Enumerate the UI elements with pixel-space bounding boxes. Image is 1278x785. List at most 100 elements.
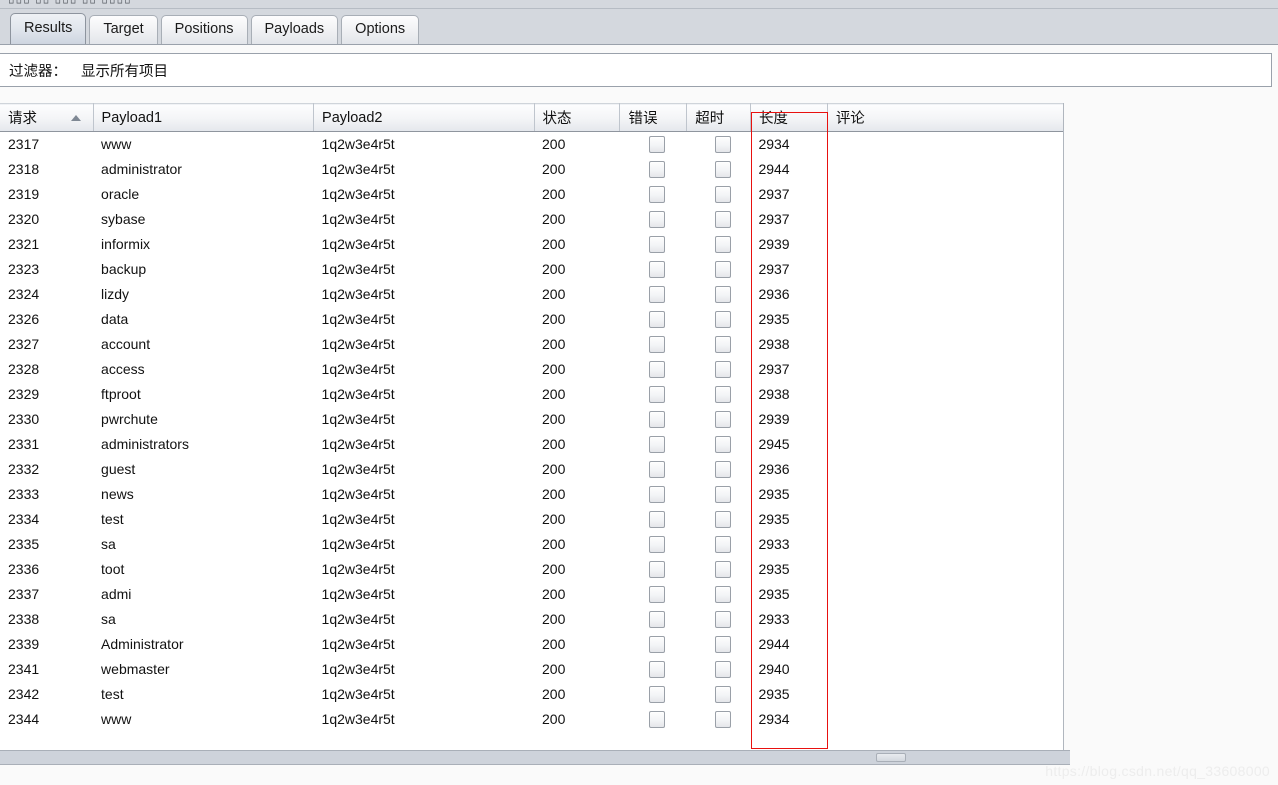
timeout-checkbox[interactable] (714, 136, 731, 154)
table-row[interactable]: 2337 admi 1q2w3e4r5t 200 2935 (0, 581, 1063, 607)
table-row[interactable]: 2334 test 1q2w3e4r5t 200 2935 (0, 506, 1063, 532)
column-header-error[interactable]: 错误 (619, 103, 688, 132)
column-header-request[interactable]: 请求 (0, 103, 94, 132)
table-row[interactable]: 2341 webmaster 1q2w3e4r5t 200 2940 (0, 656, 1063, 682)
table-row[interactable]: 2321 informix 1q2w3e4r5t 200 2939 (0, 231, 1063, 257)
error-checkbox[interactable] (649, 160, 666, 178)
table-row[interactable]: 2338 sa 1q2w3e4r5t 200 2933 (0, 606, 1063, 632)
error-checkbox[interactable] (649, 136, 666, 154)
filter-value: 显示所有项目 (81, 63, 168, 80)
tab-payloads[interactable]: Payloads (250, 15, 339, 44)
timeout-checkbox[interactable] (714, 660, 731, 678)
cell-error (619, 131, 687, 157)
horizontal-scrollbar[interactable] (0, 750, 1070, 765)
table-row[interactable]: 2324 lizdy 1q2w3e4r5t 200 2936 (0, 281, 1063, 307)
results-table-container[interactable]: 请求 Payload1 Payload2 状态 错误 超时 长度 评论 2317 www 1q2w… (0, 103, 1064, 750)
horizontal-scrollbar-thumb[interactable] (876, 753, 906, 762)
cell-error (619, 606, 687, 632)
timeout-checkbox[interactable] (714, 635, 731, 653)
timeout-checkbox[interactable] (714, 435, 731, 453)
table-row[interactable]: 2326 data 1q2w3e4r5t 200 2935 (0, 306, 1063, 332)
filter-bar[interactable]: 过滤器： 显示所有项目 (0, 53, 1272, 87)
table-row[interactable]: 2328 access 1q2w3e4r5t 200 2937 (0, 356, 1063, 382)
timeout-checkbox[interactable] (714, 235, 731, 253)
table-row[interactable]: 2320 sybase 1q2w3e4r5t 200 2937 (0, 206, 1063, 232)
table-row[interactable]: 2336 toot 1q2w3e4r5t 200 2935 (0, 556, 1063, 582)
error-checkbox[interactable] (649, 635, 666, 653)
timeout-checkbox[interactable] (714, 610, 731, 628)
table-row[interactable]: 2331 administrators 1q2w3e4r5t 200 2945 (0, 431, 1063, 457)
timeout-checkbox[interactable] (714, 535, 731, 553)
error-checkbox[interactable] (649, 410, 666, 428)
error-checkbox[interactable] (649, 585, 666, 603)
tab-results[interactable]: Results (10, 13, 87, 44)
error-checkbox[interactable] (649, 210, 666, 228)
timeout-checkbox[interactable] (714, 335, 731, 353)
error-checkbox[interactable] (649, 185, 666, 203)
error-checkbox[interactable] (649, 485, 666, 503)
table-row[interactable]: 2332 guest 1q2w3e4r5t 200 2936 (0, 456, 1063, 482)
error-checkbox[interactable] (649, 685, 666, 703)
timeout-checkbox[interactable] (714, 385, 731, 403)
cell-comment (827, 381, 1063, 407)
column-header-comment[interactable]: 评论 (827, 103, 1063, 132)
timeout-checkbox[interactable] (714, 685, 731, 703)
table-row[interactable]: 2329 ftproot 1q2w3e4r5t 200 2938 (0, 381, 1063, 407)
column-header-label-payload2: Payload2 (322, 109, 383, 126)
error-checkbox[interactable] (649, 460, 666, 478)
tab-options[interactable]: Options (341, 15, 420, 44)
column-header-length[interactable]: 长度 (750, 103, 828, 132)
timeout-checkbox[interactable] (714, 285, 731, 303)
tab-positions[interactable]: Positions (160, 15, 248, 44)
error-checkbox[interactable] (649, 610, 666, 628)
error-checkbox[interactable] (649, 510, 666, 528)
sort-ascending-icon[interactable] (70, 115, 81, 121)
table-row[interactable]: 2335 sa 1q2w3e4r5t 200 2933 (0, 531, 1063, 557)
error-checkbox[interactable] (649, 360, 666, 378)
error-checkbox[interactable] (649, 560, 666, 578)
column-header-timeout[interactable]: 超时 (686, 103, 751, 132)
table-row[interactable]: 2318 administrator 1q2w3e4r5t 200 2944 (0, 156, 1063, 182)
timeout-checkbox[interactable] (714, 560, 731, 578)
timeout-checkbox[interactable] (714, 310, 731, 328)
column-header-payload2[interactable]: Payload2 (313, 103, 535, 132)
timeout-checkbox[interactable] (714, 410, 731, 428)
table-row[interactable]: 2339 Administrator 1q2w3e4r5t 200 2944 (0, 631, 1063, 657)
timeout-checkbox[interactable] (714, 585, 731, 603)
error-checkbox[interactable] (649, 285, 666, 303)
table-row[interactable]: 2327 account 1q2w3e4r5t 200 2938 (0, 331, 1063, 357)
error-checkbox[interactable] (649, 435, 666, 453)
table-row[interactable]: 2342 test 1q2w3e4r5t 200 2935 (0, 681, 1063, 707)
table-row[interactable]: 2344 www 1q2w3e4r5t 200 2934 (0, 706, 1063, 732)
table-row[interactable]: 2330 pwrchute 1q2w3e4r5t 200 2939 (0, 406, 1063, 432)
timeout-checkbox[interactable] (714, 510, 731, 528)
tab-target[interactable]: Target (89, 15, 158, 44)
column-header-payload1[interactable]: Payload1 (93, 103, 315, 132)
timeout-checkbox[interactable] (714, 460, 731, 478)
table-row[interactable]: 2333 news 1q2w3e4r5t 200 2935 (0, 481, 1063, 507)
table-row[interactable]: 2317 www 1q2w3e4r5t 200 2934 (0, 131, 1063, 157)
timeout-checkbox[interactable] (714, 485, 731, 503)
column-header-status[interactable]: 状态 (534, 103, 621, 132)
timeout-checkbox[interactable] (714, 710, 731, 728)
timeout-checkbox[interactable] (714, 185, 731, 203)
window-top-ghost-text: ▯▯▯ ▯▯ ▯▯▯ ▯▯ ▯▯▯▯ (8, 0, 132, 5)
table-row[interactable]: 2319 oracle 1q2w3e4r5t 200 2937 (0, 181, 1063, 207)
cell-payload2: 1q2w3e4r5t (313, 681, 535, 707)
error-checkbox[interactable] (649, 260, 666, 278)
error-checkbox[interactable] (649, 235, 666, 253)
cell-error (619, 281, 687, 307)
timeout-checkbox[interactable] (714, 360, 731, 378)
cell-request: 2326 (0, 306, 94, 332)
timeout-checkbox[interactable] (714, 160, 731, 178)
error-checkbox[interactable] (649, 660, 666, 678)
table-row[interactable]: 2323 backup 1q2w3e4r5t 200 2937 (0, 256, 1063, 282)
timeout-checkbox[interactable] (714, 210, 731, 228)
error-checkbox[interactable] (649, 385, 666, 403)
error-checkbox[interactable] (649, 335, 666, 353)
error-checkbox[interactable] (649, 710, 666, 728)
error-checkbox[interactable] (649, 310, 666, 328)
error-checkbox[interactable] (649, 535, 666, 553)
cell-timeout (686, 531, 751, 557)
timeout-checkbox[interactable] (714, 260, 731, 278)
